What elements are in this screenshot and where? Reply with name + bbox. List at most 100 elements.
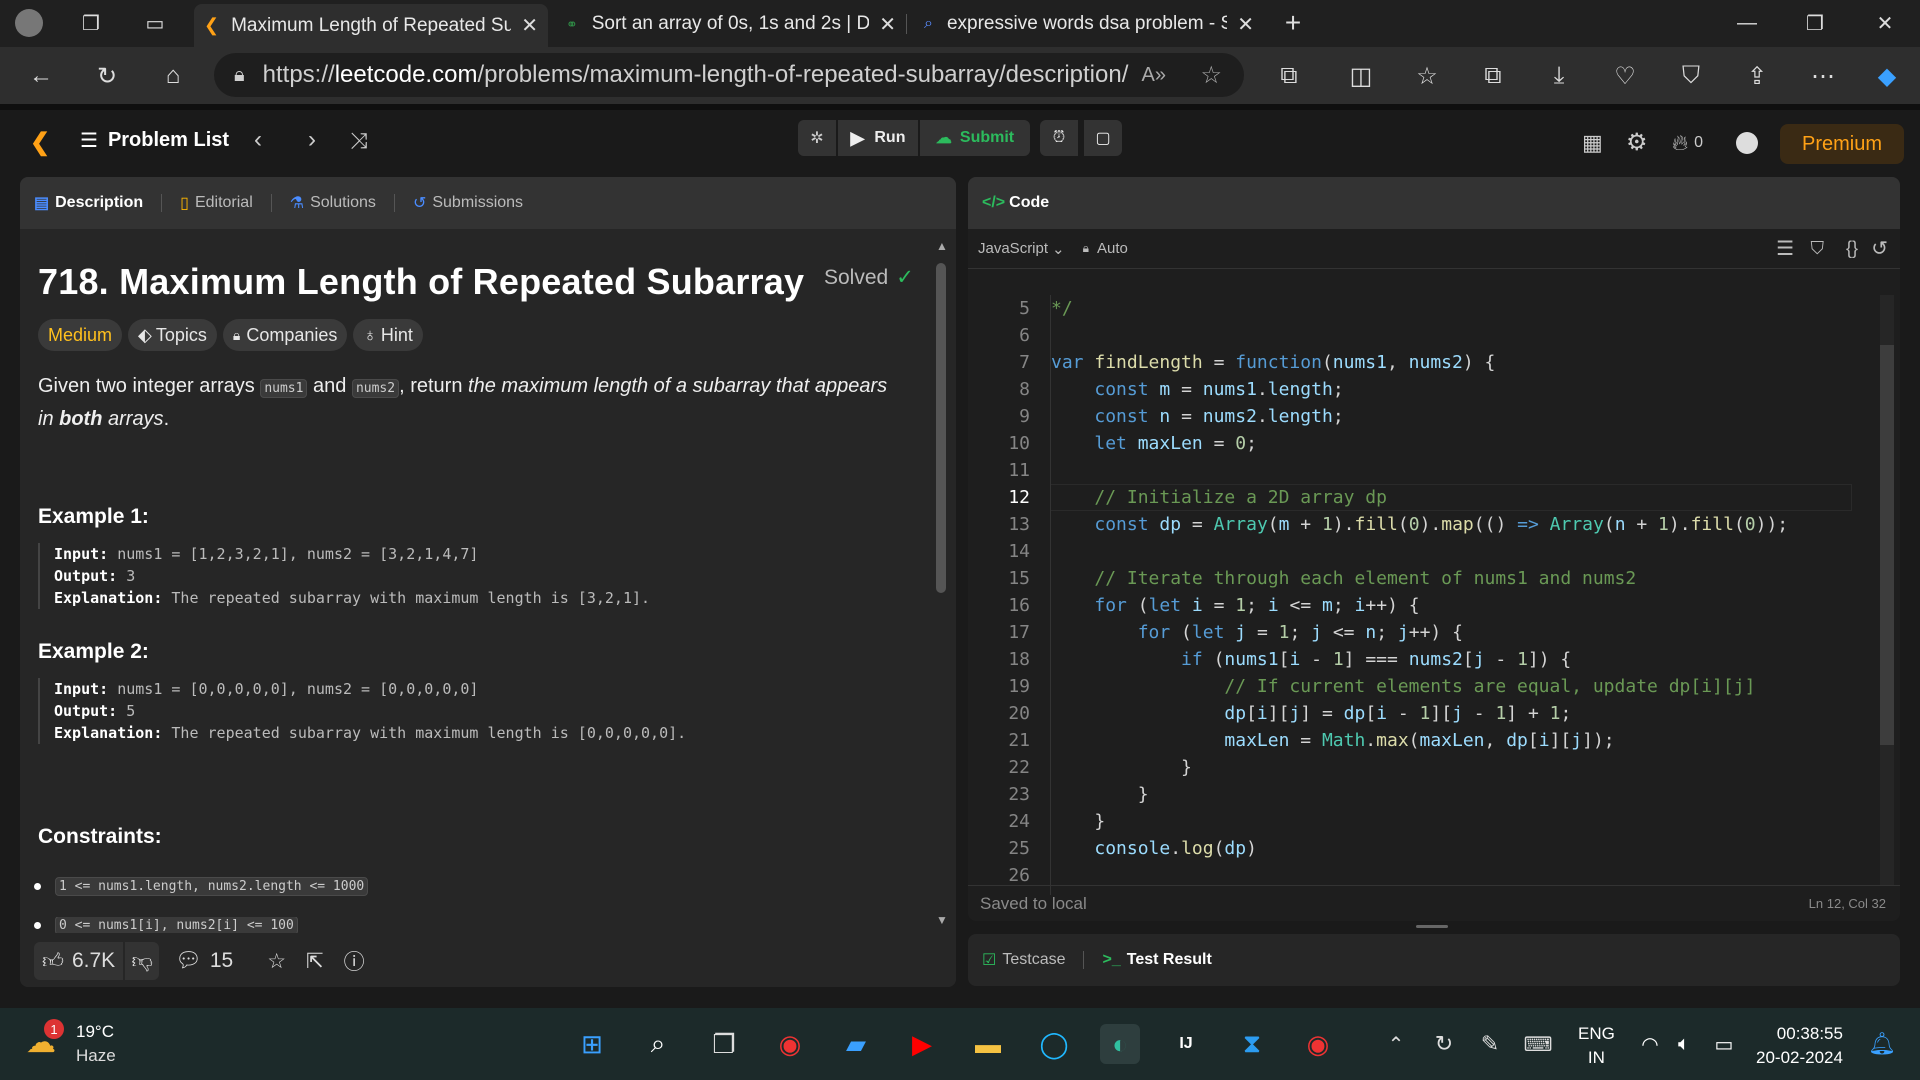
prev-problem-icon[interactable]: ‹ [254, 126, 262, 154]
collections-icon[interactable]: ⧉ [1476, 59, 1510, 93]
run-button[interactable]: ▶ Run [838, 120, 918, 156]
line-number: 22 [1008, 757, 1030, 778]
problem-title[interactable]: 718. Maximum Length of Repeated Subarray [38, 261, 804, 303]
cortana-icon[interactable]: ◯ [1034, 1024, 1074, 1064]
file-explorer-icon[interactable]: ▬ [968, 1024, 1008, 1064]
submit-button[interactable]: ☁ Submit [920, 120, 1030, 156]
dislike-button[interactable]: 👎︎ [125, 942, 160, 980]
share-icon[interactable]: ⇪ [1740, 59, 1774, 93]
companies-chip[interactable]: 🔒︎ Companies [222, 319, 348, 351]
photos-icon[interactable]: ▰ [836, 1024, 876, 1064]
tab-maximum-length[interactable]: ❮ Maximum Length of Repeated Su ✕ [194, 4, 548, 47]
braces-icon[interactable]: {} [1846, 238, 1858, 259]
refresh-icon[interactable]: ↻ [90, 59, 124, 93]
more-options-icon[interactable]: ⋯ [1806, 59, 1840, 93]
close-tab-icon[interactable]: ✕ [879, 12, 896, 37]
back-icon[interactable]: ← [24, 59, 58, 93]
tab-sort-array[interactable]: ⚭ Sort an array of 0s, 1s and 2s | Du ✕ [556, 4, 906, 44]
like-count: 6.7K [71, 949, 116, 972]
chevron-up-icon[interactable]: ⌃ [1376, 1024, 1416, 1064]
clock[interactable]: 00:38:55 20-02-2024 [1756, 1022, 1843, 1070]
user-avatar[interactable] [1736, 132, 1758, 154]
timer-button[interactable]: ⏰︎ [1040, 120, 1078, 156]
example-explanation: The repeated subarray with maximum lengt… [162, 724, 687, 742]
split-screen-icon[interactable]: ◫ [1344, 59, 1378, 93]
windows-start-icon[interactable]: ⊞ [572, 1024, 612, 1064]
favorite-star-icon[interactable]: ☆ [1200, 61, 1222, 90]
notification-bell-icon[interactable]: 🔔︎ [1862, 1024, 1902, 1064]
keyboard-icon[interactable]: ⌨ [1518, 1024, 1558, 1064]
scrollbar-thumb[interactable] [936, 263, 946, 593]
settings-gear-icon[interactable]: ⚙ [1626, 128, 1648, 157]
intellij-icon[interactable]: IJ [1166, 1024, 1206, 1064]
share-external-icon[interactable]: ⇱ [306, 949, 324, 974]
downloads-icon[interactable]: ⤓ [1542, 59, 1576, 93]
youtube-icon[interactable]: ▶ [902, 1024, 942, 1064]
layout-icon[interactable]: ▦ [1582, 130, 1603, 156]
tab-test-result[interactable]: >_ Test Result [1102, 951, 1211, 969]
help-icon[interactable]: ⓘ [344, 946, 365, 976]
language-selector[interactable]: JavaScript ⌄ [978, 240, 1065, 258]
panel-resize-handle[interactable] [1416, 925, 1448, 928]
close-window-icon[interactable]: ✕ [1870, 8, 1900, 38]
sync-icon[interactable]: ↻ [1424, 1024, 1464, 1064]
leetcode-logo-icon[interactable]: ❮ [30, 128, 50, 157]
auto-mode[interactable]: 🔒︎ Auto [1083, 240, 1128, 257]
task-view-icon[interactable]: ❐ [704, 1024, 744, 1064]
star-icon[interactable]: ☆ [267, 949, 286, 974]
close-tab-icon[interactable]: ✕ [1237, 12, 1254, 37]
premium-button[interactable]: Premium [1780, 124, 1904, 164]
close-tab-icon[interactable]: ✕ [521, 13, 538, 38]
profile-avatar-icon[interactable] [14, 8, 44, 38]
edge-icon[interactable]: ◐ [1100, 1024, 1140, 1064]
scroll-up-arrow-icon[interactable]: ▲ [936, 239, 948, 253]
streak-counter[interactable]: 🔥︎ 0 [1672, 130, 1703, 156]
home-icon[interactable]: ⌂ [156, 59, 190, 93]
problem-list-button[interactable]: ☰ Problem List [80, 128, 229, 153]
scroll-down-arrow-icon[interactable]: ▼ [936, 913, 948, 927]
topics-chip[interactable]: ⬖ Topics [128, 319, 217, 351]
chrome-profile-icon[interactable]: ◉ [1298, 1024, 1338, 1064]
reset-icon[interactable]: ↺ [1871, 236, 1888, 261]
like-button[interactable]: 👍︎ 6.7K [34, 942, 124, 980]
code-editor[interactable]: 5 */ 6 7 var findLength = function(nums1, … [968, 295, 1888, 895]
gfg-favicon-icon: ⚭ [566, 15, 578, 32]
tab-expressive-words[interactable]: ⌕ expressive words dsa problem - S ✕ [914, 4, 1264, 44]
browser-essentials-icon[interactable]: ♡ [1608, 59, 1642, 93]
language-indicator[interactable]: ENG IN [1578, 1022, 1615, 1070]
debug-button[interactable]: ✲ [798, 120, 836, 156]
comments-button[interactable]: 💬︎ 15 [175, 949, 233, 973]
url-bar[interactable]: 🔒︎ https://leetcode.com/problems/maximum… [214, 53, 1244, 97]
tab-description[interactable]: ▤ Description [34, 193, 143, 213]
next-problem-icon[interactable]: › [308, 126, 316, 154]
search-icon[interactable]: ⌕ [638, 1024, 678, 1064]
vscode-icon[interactable]: ⧗ [1232, 1024, 1272, 1064]
read-aloud-icon[interactable]: A» [1142, 64, 1166, 87]
restore-icon[interactable]: ❐ [1800, 8, 1830, 38]
tab-editorial[interactable]: ▯ Editorial [180, 193, 253, 213]
tab-solutions[interactable]: ⚗ Solutions [290, 193, 376, 213]
editor-scrollbar-thumb[interactable] [1880, 345, 1894, 745]
volume-icon[interactable]: 🔈︎ [1664, 1024, 1704, 1064]
weather-widget[interactable]: ☁ 1 19°C Haze [26, 1019, 116, 1068]
extension-shield-icon[interactable]: ⛉ [1674, 59, 1708, 93]
workspaces-icon[interactable]: ❐ [76, 8, 106, 38]
tab-actions-icon[interactable]: ▭ [140, 8, 170, 38]
hint-chip[interactable]: ♁ Hint [353, 319, 423, 351]
copilot-icon[interactable]: ◆ [1870, 59, 1904, 93]
chrome-icon[interactable]: ◉ [770, 1024, 810, 1064]
notes-button[interactable]: ▢ [1084, 120, 1122, 156]
pen-icon[interactable]: ✎ [1470, 1024, 1510, 1064]
minimize-icon[interactable]: — [1732, 8, 1762, 38]
shuffle-icon[interactable]: ⤨ [350, 128, 368, 154]
format-icon[interactable]: ☰ [1776, 236, 1794, 261]
favorites-icon[interactable]: ☆ [1410, 59, 1444, 93]
new-tab-icon[interactable]: + [1278, 7, 1308, 38]
bookmark-icon[interactable]: ⛉ [1811, 238, 1825, 259]
battery-icon[interactable]: ▭ [1704, 1024, 1744, 1064]
extensions-icon[interactable]: ⧉ [1272, 59, 1306, 93]
solved-status: Solved ✓ [824, 265, 914, 290]
tab-submissions[interactable]: ↺ Submissions [413, 193, 523, 213]
tab-label: Submissions [432, 194, 524, 211]
tab-testcase[interactable]: ☑ Testcase [982, 950, 1065, 970]
